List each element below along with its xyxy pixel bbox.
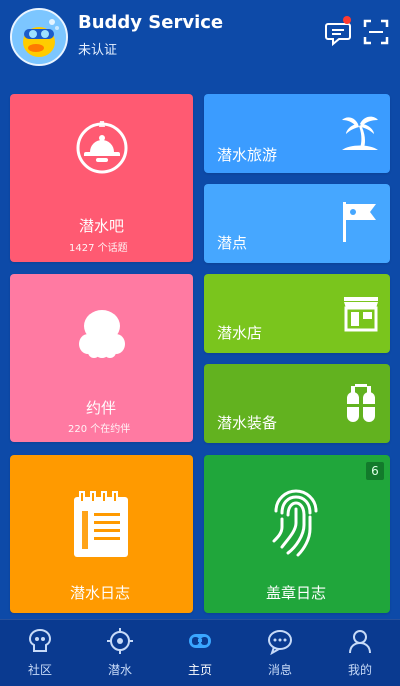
diver-duck-avatar-icon [12, 10, 66, 64]
tab-messages-label: 消息 [267, 663, 292, 677]
tile-dive-spot[interactable]: 潜点 [204, 184, 390, 263]
tab-profile-label: 我的 [347, 663, 372, 677]
tab-home[interactable]: 主页 [160, 620, 240, 686]
tile-dive-shop-label: 潜水店 [217, 324, 263, 342]
notification-dot [343, 16, 351, 24]
flag-icon [343, 202, 376, 242]
tab-community[interactable]: 社区 [0, 620, 80, 686]
tile-dive-log-label: 潜水日志 [70, 584, 131, 602]
tile-dive-club-label: 潜水吧 [79, 217, 125, 235]
user-name: Buddy Service [78, 12, 224, 33]
tab-home-label: 主页 [187, 663, 212, 677]
palm-island-icon [342, 116, 378, 150]
storefront-icon [344, 297, 378, 332]
dive-helmet-icon [76, 121, 128, 174]
scan-icon[interactable] [362, 18, 390, 46]
avatar[interactable] [10, 8, 68, 66]
tile-dive-spot-label: 潜点 [217, 234, 248, 252]
messages-icon [268, 630, 292, 655]
app-header: Buddy Service 未认证 [0, 0, 400, 82]
verification-status: 未认证 [78, 43, 118, 58]
tile-stamp-log[interactable]: 6 盖章日志 [204, 455, 390, 613]
tile-dive-club-topic-count: 1427 个话题 [69, 243, 128, 254]
tab-messages[interactable]: 消息 [240, 620, 320, 686]
tile-dive-equipment-label: 潜水装备 [217, 414, 278, 432]
tab-dive[interactable]: 潜水 [80, 620, 160, 686]
stamp-log-count-badge: 6 [366, 462, 384, 480]
tab-community-label: 社区 [27, 663, 52, 677]
dive-log-book-icon [74, 491, 128, 557]
profile-icon [349, 630, 371, 654]
fingerprint-icon [272, 489, 318, 557]
tile-dive-equipment[interactable]: 潜水装备 [204, 364, 390, 443]
tile-stamp-log-label: 盖章日志 [266, 584, 327, 602]
octopus-icon [79, 310, 125, 358]
tile-dive-shop[interactable]: 潜水店 [204, 274, 390, 353]
tanks-icon [347, 384, 375, 422]
tile-buddy-label: 约伴 [86, 399, 117, 417]
tile-buddy[interactable]: 约伴 220 个在约伴 [10, 274, 193, 442]
dive-icon [107, 628, 133, 654]
community-icon [28, 628, 52, 652]
tab-dive-label: 潜水 [107, 663, 132, 677]
tab-profile[interactable]: 我的 [320, 620, 400, 686]
tile-buddy-count: 220 个在约伴 [68, 424, 131, 435]
bottom-tab-bar: 社区 潜水 主页 消息 我的 [0, 619, 400, 686]
tile-dive-club[interactable]: 潜水吧 1427 个话题 [10, 94, 193, 262]
tile-dive-travel-label: 潜水旅游 [217, 146, 278, 164]
tile-dive-travel[interactable]: 潜水旅游 [204, 94, 390, 173]
tile-dive-log[interactable]: 潜水日志 [10, 455, 193, 613]
home-mask-icon [189, 634, 211, 648]
